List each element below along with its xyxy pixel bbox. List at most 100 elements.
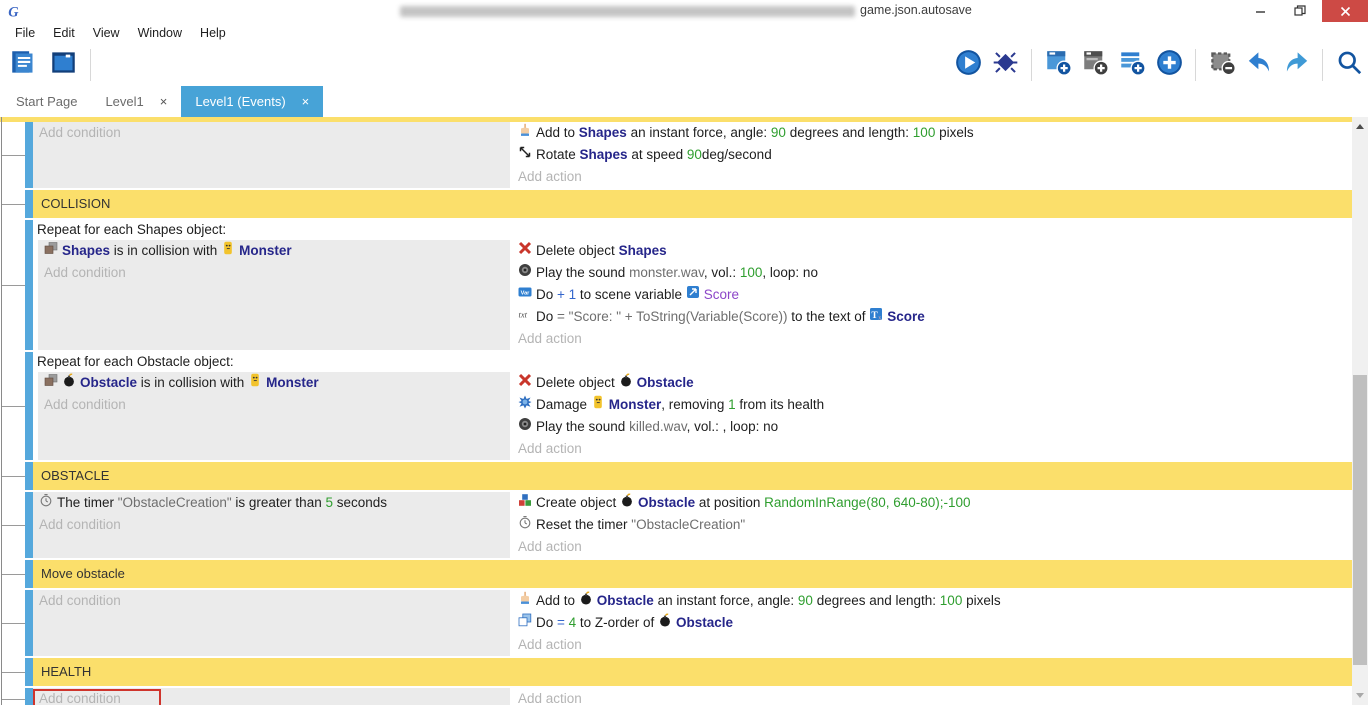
tab-label: Level1 (Events)	[195, 94, 285, 109]
condition-row[interactable]: Shapes is in collision with Monster	[38, 240, 510, 262]
event-gutter	[0, 190, 25, 218]
event-gutter	[0, 492, 25, 558]
event-selection-bar[interactable]	[25, 590, 33, 656]
scroll-up-button[interactable]	[1352, 119, 1368, 134]
tab-level1-events-[interactable]: Level1 (Events) ×	[181, 86, 323, 117]
action-row[interactable]: Damage Monster, removing 1 from its heal…	[512, 394, 1352, 416]
restore-button[interactable]	[1284, 0, 1316, 22]
action-row[interactable]: VarDo + 1 to scene variable Score	[512, 284, 1352, 306]
minimize-button[interactable]	[1244, 0, 1276, 22]
play-button[interactable]	[953, 50, 983, 80]
undo-button[interactable]	[1244, 50, 1274, 80]
event-selection-bar[interactable]	[25, 220, 33, 350]
menu-view[interactable]: View	[84, 26, 129, 40]
conditions-column: Obstacle is in collision with MonsterAdd…	[38, 372, 510, 460]
add-condition-button[interactable]: Add condition	[38, 394, 510, 416]
action-row[interactable]: Play the sound monster.wav, vol.: 100, l…	[512, 262, 1352, 284]
close-button[interactable]	[1322, 0, 1368, 22]
delete-icon	[518, 241, 532, 255]
actions-column: Add action	[510, 688, 1352, 705]
add-action-button[interactable]: Add action	[512, 328, 1352, 350]
foreach-event-header[interactable]: Repeat for each Shapes object:	[33, 220, 1352, 240]
project-manager-icon	[10, 49, 37, 81]
svg-text:Var: Var	[521, 291, 531, 297]
vertical-scrollbar[interactable]	[1352, 117, 1368, 705]
add-new-button[interactable]	[1154, 50, 1184, 80]
add-comment-button[interactable]	[1117, 50, 1147, 80]
add-condition-button[interactable]: Add condition	[33, 514, 510, 536]
redo-button[interactable]	[1281, 50, 1311, 80]
menu-file[interactable]: File	[6, 26, 44, 40]
toolbar-separator	[90, 49, 91, 81]
action-row[interactable]: Add to Obstacle an instant force, angle:…	[512, 590, 1352, 612]
event-selection-bar[interactable]	[25, 560, 33, 588]
menu-help[interactable]: Help	[191, 26, 235, 40]
tab-start-page[interactable]: Start Page	[2, 86, 91, 117]
actions-column: Delete object ObstacleDamage Monster, re…	[510, 372, 1352, 460]
event-selection-bar[interactable]	[25, 462, 33, 490]
search-button[interactable]	[1334, 50, 1364, 80]
project-manager-button[interactable]	[8, 50, 38, 80]
action-row[interactable]: Do = 4 to Z-order of Obstacle	[512, 612, 1352, 634]
debug-button[interactable]	[990, 50, 1020, 80]
event-selection-bar[interactable]	[25, 352, 33, 460]
add-condition-button[interactable]: Add condition	[33, 590, 510, 612]
event-selection-bar[interactable]	[25, 658, 33, 686]
debug-icon	[992, 49, 1019, 81]
add-sub-event-button[interactable]	[1080, 50, 1110, 80]
tab-close-icon[interactable]: ×	[302, 94, 310, 109]
event-selection-bar[interactable]	[25, 122, 33, 188]
add-sub-event-icon	[1082, 49, 1109, 81]
add-condition-button[interactable]: Add condition	[33, 122, 510, 144]
toolbar-right-group	[953, 44, 1364, 86]
action-row[interactable]: txtDo = "Score: " + ToString(Variable(Sc…	[512, 306, 1352, 328]
action-row[interactable]: Delete object Obstacle	[512, 372, 1352, 394]
action-row[interactable]: Play the sound killed.wav, vol.: , loop:…	[512, 416, 1352, 438]
svg-text:x: x	[879, 315, 882, 321]
event-selection-bar[interactable]	[25, 688, 33, 705]
event-group-header[interactable]: HEALTH	[33, 658, 1352, 686]
action-row[interactable]: Rotate Shapes at speed 90deg/second	[512, 144, 1352, 166]
tab-level1[interactable]: Level1×	[91, 86, 181, 117]
timer-icon	[39, 493, 53, 507]
event-gutter	[0, 122, 25, 188]
add-condition-button[interactable]: Add condition	[38, 262, 510, 284]
action-row[interactable]: Delete object Shapes	[512, 240, 1352, 262]
toolbar-separator	[1322, 49, 1323, 81]
menu-window[interactable]: Window	[129, 26, 191, 40]
menu-bar: FileEditViewWindowHelp	[0, 22, 1368, 44]
tab-close-icon[interactable]: ×	[160, 94, 168, 109]
event-group-header[interactable]: OBSTACLE	[33, 462, 1352, 490]
add-condition-button[interactable]: Add condition	[33, 688, 510, 705]
event-group-header[interactable]: COLLISION	[33, 190, 1352, 218]
condition-row[interactable]: The timer "ObstacleCreation" is greater …	[33, 492, 510, 514]
add-action-button[interactable]: Add action	[512, 688, 1352, 705]
create-icon	[518, 493, 532, 507]
toolbar-left-group	[0, 50, 78, 80]
add-action-button[interactable]: Add action	[512, 166, 1352, 188]
svg-text:txt: txt	[519, 310, 528, 320]
add-action-button[interactable]: Add action	[512, 634, 1352, 656]
events-sheet: Add conditionAdd to Shapes an instant fo…	[0, 117, 1352, 705]
foreach-event-header[interactable]: Repeat for each Obstacle object:	[33, 352, 1352, 372]
monster-icon	[248, 373, 262, 387]
add-event-button[interactable]	[1043, 50, 1073, 80]
scene-editor-button[interactable]	[48, 50, 78, 80]
conditions-column: Add condition	[33, 590, 510, 656]
action-row[interactable]: Reset the timer "ObstacleCreation"	[512, 514, 1352, 536]
scroll-down-button[interactable]	[1352, 688, 1368, 703]
add-action-button[interactable]: Add action	[512, 536, 1352, 558]
remove-event-button[interactable]	[1207, 50, 1237, 80]
event-selection-bar[interactable]	[25, 190, 33, 218]
menu-edit[interactable]: Edit	[44, 26, 84, 40]
force-icon	[518, 591, 532, 605]
condition-row[interactable]: Obstacle is in collision with Monster	[38, 372, 510, 394]
bomb-icon	[658, 613, 672, 627]
add-action-button[interactable]: Add action	[512, 438, 1352, 460]
action-row[interactable]: Create object Obstacle at position Rando…	[512, 492, 1352, 514]
action-row[interactable]: Add to Shapes an instant force, angle: 9…	[512, 122, 1352, 144]
rotate-icon	[518, 145, 532, 159]
event-selection-bar[interactable]	[25, 492, 33, 558]
scrollbar-thumb[interactable]	[1353, 375, 1367, 665]
event-group-header[interactable]: Move obstacle	[33, 560, 1352, 588]
